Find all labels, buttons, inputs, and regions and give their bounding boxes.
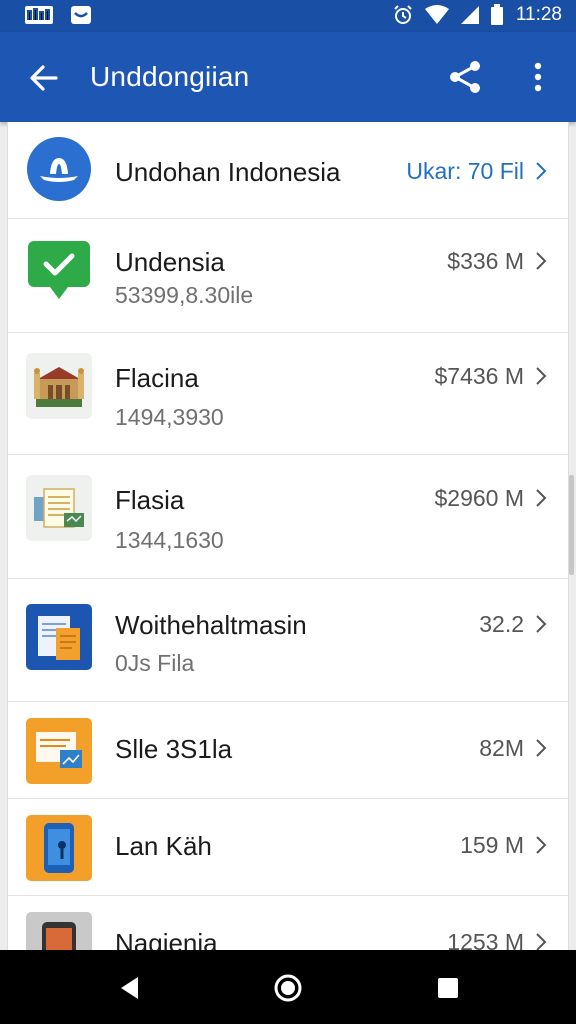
status-system: 11:28 — [392, 4, 562, 26]
status-notifications — [24, 5, 92, 25]
orange-phone-icon — [26, 815, 92, 881]
chevron-right-icon — [536, 836, 547, 854]
list-item[interactable]: Nagienia 1253 M — [8, 896, 568, 950]
orange-window-icon — [26, 718, 92, 784]
signal-icon — [460, 6, 479, 24]
item-name: Undohan Indonesia — [115, 157, 341, 187]
chevron-right-icon — [536, 615, 547, 633]
item-subtitle: 0Js Fila — [115, 650, 195, 676]
status-time: 11:28 — [515, 4, 562, 25]
storage-list: Undohan Indonesia Ukar: 70 Fil Undensia … — [7, 122, 569, 950]
page-title: Unddongiian — [90, 61, 250, 92]
item-value: $336 M — [447, 248, 524, 274]
list-item[interactable]: Slle 3S1la 82M — [8, 702, 568, 799]
item-name: Slle 3S1la — [115, 734, 233, 764]
gray-phone-icon — [26, 912, 92, 950]
item-value: $7436 M — [434, 363, 524, 389]
item-value: 1253 M — [447, 929, 524, 950]
item-subtitle: 53399,8.30ile — [115, 282, 254, 308]
list-item[interactable]: Flacina 1494,3930 $7436 M — [8, 333, 568, 455]
green-check-chat-icon — [28, 241, 90, 299]
building-illustration-icon — [26, 353, 92, 419]
blue-files-icon — [26, 604, 92, 670]
list-item[interactable]: Woithehaltmasin 0Js Fila 32.2 — [8, 579, 568, 702]
list-item[interactable]: Lan Käh 159 M — [8, 799, 568, 896]
chevron-right-icon — [536, 739, 547, 757]
alarm-icon — [394, 5, 412, 24]
share-icon[interactable] — [446, 58, 484, 96]
message-notification-icon — [71, 6, 91, 24]
status-bar: 11:28 — [0, 0, 576, 32]
back-triangle-icon[interactable] — [114, 972, 146, 1004]
chevron-right-icon — [536, 933, 547, 950]
recents-square-icon[interactable] — [432, 972, 464, 1004]
documents-illustration-icon — [26, 475, 92, 541]
item-name: Flacina — [115, 363, 199, 393]
list-item[interactable]: Undensia 53399,8.30ile $336 M — [8, 219, 568, 333]
item-value: $2960 M — [434, 485, 524, 511]
arrow-left-icon[interactable] — [26, 60, 62, 96]
item-value-link[interactable]: Ukar: 70 Fil — [406, 158, 524, 185]
item-name: Lan Käh — [115, 831, 212, 861]
list-item[interactable]: Undohan Indonesia Ukar: 70 Fil — [8, 122, 568, 219]
wifi-icon — [424, 5, 449, 24]
item-value: 32.2 — [479, 611, 524, 637]
item-value: 159 M — [460, 832, 524, 858]
list-item[interactable]: Flasia 1344,1630 $2960 M — [8, 455, 568, 579]
more-vertical-icon[interactable] — [526, 58, 550, 96]
scrollbar[interactable] — [569, 475, 574, 575]
home-circle-icon[interactable] — [272, 972, 304, 1004]
chevron-right-icon — [536, 252, 547, 270]
chevron-right-icon — [536, 367, 547, 385]
photos-notification-icon — [25, 6, 53, 24]
item-subtitle: 1344,1630 — [115, 527, 224, 553]
app-bar: Unddongiian — [0, 32, 576, 122]
navigation-bar — [0, 950, 576, 1024]
chevron-right-icon — [536, 162, 547, 180]
item-subtitle: 1494,3930 — [115, 404, 224, 430]
item-name: Undensia — [115, 247, 225, 277]
battery-icon — [490, 4, 503, 25]
item-name: Flasia — [115, 485, 185, 515]
item-name: Nagienia — [115, 928, 218, 950]
chevron-right-icon — [536, 489, 547, 507]
blue-circle-logo-icon — [27, 137, 91, 201]
item-value: 82M — [479, 735, 524, 761]
item-name: Woithehaltmasin — [115, 610, 307, 640]
